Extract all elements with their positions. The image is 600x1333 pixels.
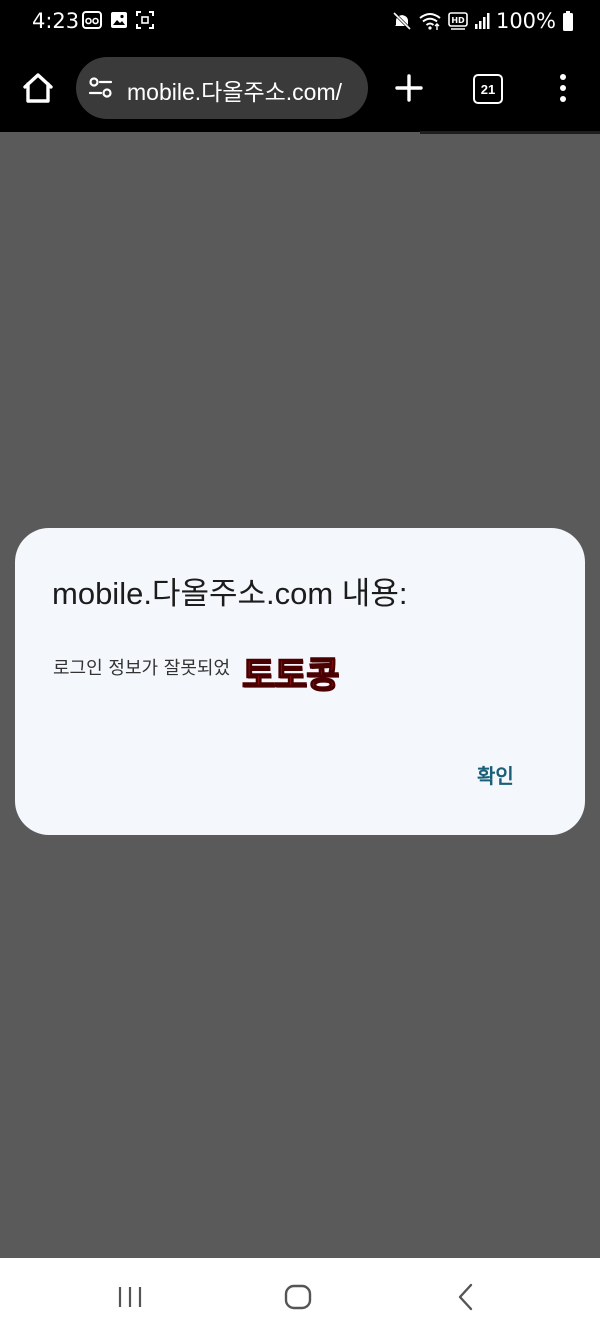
new-tab-button[interactable] bbox=[393, 72, 425, 108]
address-bar[interactable]: mobile.다올주소.com/ bbox=[76, 57, 368, 119]
signal-icon bbox=[474, 12, 490, 30]
status-right-icons: HD 100% bbox=[392, 9, 574, 33]
plus-icon bbox=[395, 74, 423, 102]
alert-dialog: mobile.다올주소.com 내용: 로그인 정보가 잘못되었 토토콩 확인 bbox=[15, 528, 585, 835]
status-left-icons bbox=[82, 11, 154, 29]
browser-toolbar: mobile.다올주소.com/ 21 bbox=[0, 44, 600, 132]
status-time: 4:23 bbox=[32, 9, 80, 33]
mute-icon bbox=[392, 11, 412, 31]
battery-percent: 100% bbox=[495, 9, 556, 33]
screenshot-icon bbox=[136, 11, 154, 29]
tab-switcher-button[interactable]: 21 bbox=[473, 74, 503, 104]
system-nav-bar bbox=[0, 1258, 600, 1333]
page-load-progress bbox=[420, 131, 600, 134]
home-icon bbox=[23, 73, 53, 103]
battery-icon bbox=[562, 11, 574, 31]
dialog-message: 로그인 정보가 잘못되었 bbox=[53, 658, 231, 679]
hd-icon: HD bbox=[448, 11, 468, 31]
image-icon bbox=[110, 11, 128, 29]
wifi-icon bbox=[418, 11, 442, 31]
page-info-icon[interactable] bbox=[88, 75, 114, 105]
back-chevron-icon bbox=[458, 1283, 473, 1311]
tab-count: 21 bbox=[480, 81, 496, 97]
back-button[interactable] bbox=[455, 1283, 477, 1315]
dialog-title: mobile.다올주소.com 내용: bbox=[52, 576, 408, 611]
status-bar: 4:23 HD 100% bbox=[0, 0, 600, 44]
more-vertical-icon bbox=[560, 74, 566, 102]
nav-home-button[interactable] bbox=[284, 1284, 312, 1314]
ok-button[interactable]: 확인 bbox=[465, 754, 526, 794]
watermark-logo: 토토콩 bbox=[241, 654, 340, 697]
home-button[interactable] bbox=[18, 68, 58, 108]
home-circle-icon bbox=[284, 1284, 312, 1310]
glasses-icon bbox=[82, 11, 102, 29]
svg-text:HD: HD bbox=[451, 16, 465, 25]
recent-apps-button[interactable] bbox=[117, 1285, 143, 1313]
menu-button[interactable] bbox=[552, 72, 574, 108]
url-text: mobile.다올주소.com/ bbox=[127, 79, 343, 105]
recents-icon bbox=[118, 1287, 142, 1307]
